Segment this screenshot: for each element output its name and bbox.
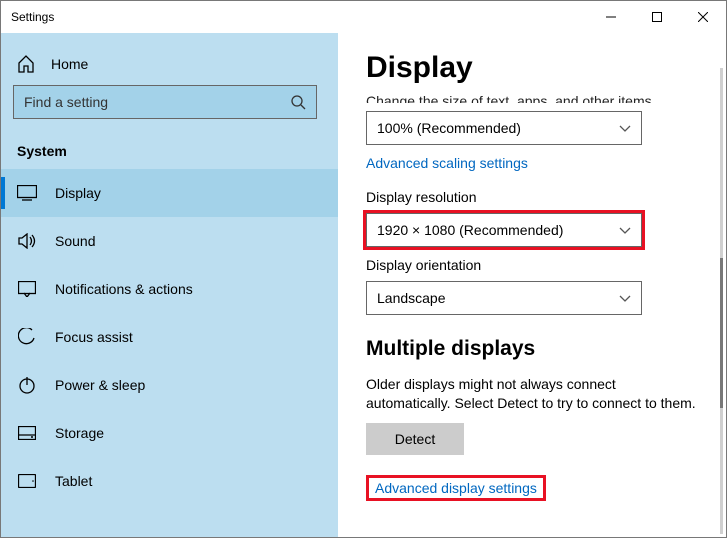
sidebar-item-tablet[interactable]: Tablet (1, 457, 338, 505)
window-controls (588, 1, 726, 33)
advanced-display-link[interactable]: Advanced display settings (366, 475, 546, 501)
scroll-thumb[interactable] (720, 258, 723, 408)
scale-label-truncated: Change the size of text, apps, and other… (366, 93, 698, 103)
chevron-down-icon (619, 222, 631, 238)
scale-dropdown[interactable]: 100% (Recommended) (366, 111, 642, 145)
chevron-down-icon (619, 120, 631, 136)
display-icon (17, 185, 37, 201)
sidebar-item-label: Storage (55, 425, 104, 441)
scale-value: 100% (Recommended) (377, 120, 521, 136)
sidebar-item-label: Display (55, 185, 101, 201)
home-icon (17, 55, 35, 73)
power-icon (17, 376, 37, 394)
home-label: Home (51, 56, 88, 72)
page-title: Display (366, 51, 698, 85)
chevron-down-icon (619, 290, 631, 306)
focus-assist-icon (17, 328, 37, 346)
resolution-label: Display resolution (366, 189, 698, 205)
minimize-button[interactable] (588, 1, 634, 33)
sound-icon (17, 233, 37, 249)
resolution-value: 1920 × 1080 (Recommended) (377, 222, 563, 238)
sidebar-item-focus-assist[interactable]: Focus assist (1, 313, 338, 361)
orientation-value: Landscape (377, 290, 446, 306)
window-title: Settings (11, 10, 54, 24)
sidebar-item-storage[interactable]: Storage (1, 409, 338, 457)
sidebar-item-label: Focus assist (55, 329, 133, 345)
category-label: System (1, 125, 338, 169)
advanced-scaling-link[interactable]: Advanced scaling settings (366, 155, 528, 171)
orientation-label: Display orientation (366, 257, 698, 273)
search-placeholder: Find a setting (24, 94, 108, 110)
storage-icon (17, 426, 37, 440)
sidebar-item-power-sleep[interactable]: Power & sleep (1, 361, 338, 409)
scrollbar[interactable] (720, 68, 723, 534)
sidebar-item-display[interactable]: Display (1, 169, 338, 217)
sidebar-item-label: Power & sleep (55, 377, 145, 393)
titlebar: Settings (1, 1, 726, 33)
sidebar-item-label: Tablet (55, 473, 92, 489)
content: Home Find a setting System Display Sound (1, 33, 726, 537)
sidebar-item-notifications[interactable]: Notifications & actions (1, 265, 338, 313)
close-button[interactable] (680, 1, 726, 33)
main-panel: Display Change the size of text, apps, a… (338, 33, 726, 537)
tablet-icon (17, 474, 37, 488)
search-input[interactable]: Find a setting (13, 85, 317, 119)
orientation-dropdown[interactable]: Landscape (366, 281, 642, 315)
sidebar: Home Find a setting System Display Sound (1, 33, 338, 537)
sidebar-item-label: Notifications & actions (55, 281, 193, 297)
sidebar-item-label: Sound (55, 233, 95, 249)
detect-button[interactable]: Detect (366, 423, 464, 455)
search-icon (290, 94, 306, 110)
maximize-button[interactable] (634, 1, 680, 33)
sidebar-item-sound[interactable]: Sound (1, 217, 338, 265)
notifications-icon (17, 281, 37, 297)
multiple-displays-heading: Multiple displays (366, 337, 698, 361)
multiple-displays-desc: Older displays might not always connect … (366, 375, 698, 413)
home-nav[interactable]: Home (1, 45, 338, 83)
resolution-dropdown[interactable]: 1920 × 1080 (Recommended) (366, 213, 642, 247)
